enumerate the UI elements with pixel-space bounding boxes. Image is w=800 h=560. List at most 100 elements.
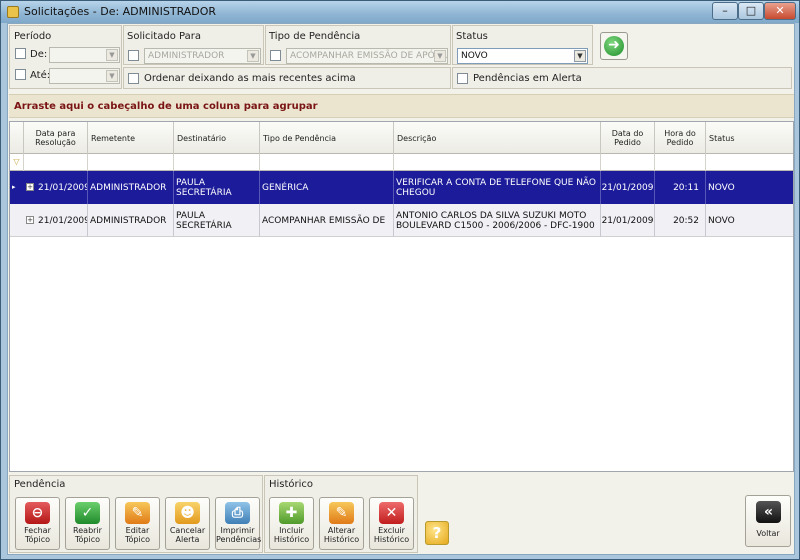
filter-cell[interactable] (394, 154, 601, 171)
cell-tipo-pendencia: GENÉRICA (260, 171, 394, 204)
status-group: Status NOVO ▼ (452, 25, 593, 65)
tipo-pendencia-label: Tipo de Pendência (269, 31, 361, 42)
voltar-button[interactable]: « Voltar (745, 495, 791, 547)
filter-cell[interactable] (88, 154, 174, 171)
tipo-pendencia-checkbox[interactable] (270, 50, 281, 61)
window-title: Solicitações - De: ADMINISTRADOR (24, 5, 217, 18)
row-indicator-header (10, 122, 24, 154)
tipo-pendencia-select[interactable]: ACOMPANHAR EMISSÃO DE APÓL... ▼ (286, 48, 448, 64)
expand-icon[interactable]: + (26, 216, 34, 224)
chevron-down-icon: ▼ (247, 50, 259, 62)
cell-remetente: ADMINISTRADOR (88, 204, 174, 237)
cancelar-alerta-label: Cancelar Alerta (169, 526, 206, 544)
col-header-data-pedido[interactable]: Data do Pedido (601, 122, 655, 154)
reabrir-topico-label: Reabrir Tópico (73, 526, 102, 544)
col-header-status[interactable]: Status (706, 122, 793, 154)
filter-cell[interactable] (706, 154, 793, 171)
ate-label: Até: (30, 70, 51, 81)
fechar-topico-label: Fechar Tópico (24, 526, 51, 544)
col-header-descricao[interactable]: Descrição (394, 122, 601, 154)
pendencia-label: Pendência (14, 479, 66, 490)
col-header-tipo-pendencia[interactable]: Tipo de Pendência (260, 122, 394, 154)
ordenar-checkbox[interactable] (128, 73, 139, 84)
filter-cell[interactable] (655, 154, 706, 171)
window-client-area: Período De: ▼ Até: ▼ Solicitado Para ADM… (7, 23, 795, 555)
print-icon: ⎙ (225, 502, 250, 524)
col-header-remetente[interactable]: Remetente (88, 122, 174, 154)
back-icon: « (756, 501, 781, 523)
pendencia-group: Pendência ⊖ Fechar Tópico ✓ Reabrir Tópi… (9, 475, 263, 553)
cell-data-resolucao: 21/01/2009 (36, 204, 88, 237)
solicitacoes-grid: Data para Resolução Remetente Destinatár… (9, 121, 794, 472)
cell-remetente: ADMINISTRADOR (88, 171, 174, 204)
group-by-area[interactable]: Arraste aqui o cabeçalho de uma coluna p… (9, 94, 794, 118)
de-label: De: (30, 49, 48, 60)
col-header-data-resolucao[interactable]: Data para Resolução (24, 122, 88, 154)
cell-status: NOVO (708, 215, 735, 226)
cancelar-alerta-button[interactable]: ☻ Cancelar Alerta (165, 497, 210, 550)
status-select[interactable]: NOVO ▼ (457, 48, 588, 64)
alterar-historico-button[interactable]: ✎ Alterar Histórico (319, 497, 364, 550)
incluir-historico-button[interactable]: ✚ Incluir Histórico (269, 497, 314, 550)
de-checkbox[interactable] (15, 48, 26, 59)
editar-topico-button[interactable]: ✎ Editar Tópico (115, 497, 160, 550)
solicitado-para-select[interactable]: ADMINISTRADOR ▼ (144, 48, 261, 64)
historico-group: Histórico ✚ Incluir Histórico ✎ Alterar … (264, 475, 418, 553)
ate-date-picker[interactable]: ▼ (49, 68, 120, 84)
col-header-destinatario[interactable]: Destinatário (174, 122, 260, 154)
reopen-topic-icon: ✓ (75, 502, 100, 524)
cell-data-resolucao: 21/01/2009 (36, 171, 88, 204)
editar-topico-label: Editar Tópico (124, 526, 150, 544)
close-topic-icon: ⊖ (25, 502, 50, 524)
imprimir-pendencias-label: Imprimir Pendências (216, 526, 262, 544)
solicitado-para-label: Solicitado Para (127, 31, 201, 42)
expand-icon[interactable]: + (26, 183, 34, 191)
cell-data-pedido: 21/01/2009 (601, 204, 655, 237)
filter-cell[interactable] (601, 154, 655, 171)
de-date-picker[interactable]: ▼ (49, 47, 120, 63)
filter-cell[interactable] (260, 154, 394, 171)
reabrir-topico-button[interactable]: ✓ Reabrir Tópico (65, 497, 110, 550)
action-bar: Pendência ⊖ Fechar Tópico ✓ Reabrir Tópi… (8, 475, 794, 555)
fechar-topico-button[interactable]: ⊖ Fechar Tópico (15, 497, 60, 550)
status-label: Status (456, 31, 488, 42)
status-value: NOVO (461, 51, 488, 61)
search-go-button[interactable]: ➜ (600, 32, 628, 60)
minimize-button[interactable]: – (712, 2, 738, 20)
solicitado-para-group: Solicitado Para ADMINISTRADOR ▼ (123, 25, 264, 65)
cell-status: NOVO (708, 182, 735, 193)
incluir-historico-label: Incluir Histórico (273, 526, 310, 544)
filter-cell[interactable] (174, 154, 260, 171)
alterar-historico-label: Alterar Histórico (323, 526, 360, 544)
tipo-pendencia-value: ACOMPANHAR EMISSÃO DE APÓL... (290, 51, 448, 61)
imprimir-pendencias-button[interactable]: ⎙ Imprimir Pendências (215, 497, 262, 550)
historico-label: Histórico (269, 479, 314, 490)
ordenar-label: Ordenar deixando as mais recentes acima (144, 73, 356, 84)
tipo-pendencia-group: Tipo de Pendência ACOMPANHAR EMISSÃO DE … (265, 25, 451, 65)
table-row[interactable]: + 21/01/2009 ADMINISTRADOR PAULA SECRETÁ… (10, 204, 793, 237)
maximize-button[interactable]: □ (738, 2, 764, 20)
cell-hora-pedido: 20:11 (655, 171, 706, 204)
filter-icon[interactable]: ▽ (10, 154, 24, 171)
excluir-historico-label: Excluir Histórico (373, 526, 410, 544)
solicitado-para-checkbox[interactable] (128, 50, 139, 61)
pendencias-alerta-checkbox[interactable] (457, 73, 468, 84)
table-row[interactable]: ▸ + 21/01/2009 ADMINISTRADOR PAULA SECRE… (10, 171, 793, 204)
cell-tipo-pendencia: ACOMPANHAR EMISSÃO DE (260, 204, 394, 237)
col-header-hora-pedido[interactable]: Hora do Pedido (655, 122, 706, 154)
periodo-group: Período De: ▼ Até: ▼ (9, 25, 122, 89)
chevron-down-icon: ▼ (106, 70, 118, 82)
chevron-down-icon: ▼ (434, 50, 446, 62)
chevron-down-icon: ▼ (574, 50, 586, 62)
cancel-alert-icon: ☻ (175, 502, 200, 524)
cell-hora-pedido: 20:52 (655, 204, 706, 237)
excluir-historico-button[interactable]: ✕ Excluir Histórico (369, 497, 414, 550)
ate-checkbox[interactable] (15, 69, 26, 80)
close-window-button[interactable]: ✕ (764, 2, 796, 20)
filter-cell[interactable] (24, 154, 88, 171)
help-icon[interactable]: ? (425, 521, 449, 545)
ordenar-group: Ordenar deixando as mais recentes acima (123, 67, 451, 89)
title-bar: Solicitações - De: ADMINISTRADOR – □ ✕ (1, 1, 799, 23)
edit-topic-icon: ✎ (125, 502, 150, 524)
go-arrow-icon: ➜ (604, 36, 624, 56)
